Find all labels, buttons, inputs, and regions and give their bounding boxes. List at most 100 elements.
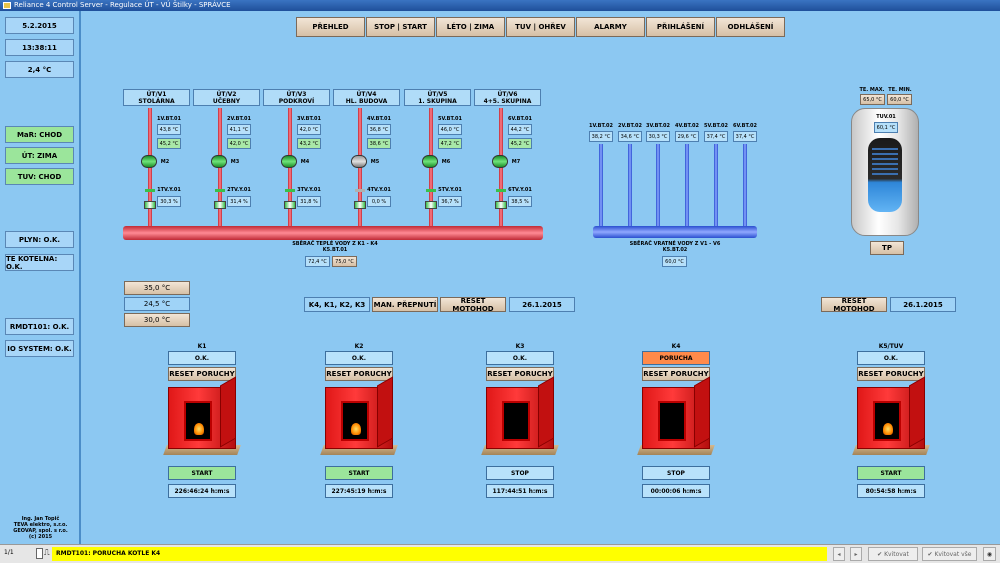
circuit-header: ÚT/V5 1. SKUPINA (404, 89, 471, 106)
pump-icon[interactable] (141, 155, 157, 168)
boiler-side (909, 376, 925, 448)
pump-tag: M2 (160, 159, 170, 165)
pump-icon[interactable] (211, 155, 227, 168)
hot-header-setpoint[interactable]: 75,0 °C (332, 256, 357, 267)
valve-icon[interactable] (354, 201, 366, 209)
circuit-name: PODKROVÍ (278, 98, 315, 105)
flame-icon (883, 423, 893, 435)
tuv-tmax-label: TE. MAX. (859, 87, 885, 93)
circuit-header: ÚT/V3 PODKROVÍ (263, 89, 330, 106)
next-alarm-icon[interactable]: ▸ (850, 547, 862, 561)
supply-pipe (429, 108, 433, 228)
hot-water-header-pipe (123, 226, 543, 240)
reset-date-k5: 26.1.2015 (890, 297, 956, 312)
nav-prehled[interactable]: PŘEHLED (296, 17, 365, 37)
nav-stop-start[interactable]: STOP | START (366, 17, 435, 37)
status-ut[interactable]: ÚT: ZIMA (5, 147, 74, 164)
valve-tag: 2TV.Y.01 (227, 187, 251, 193)
boiler-command[interactable]: STOP (486, 466, 554, 480)
supply-pipe (148, 108, 152, 228)
boiler-command[interactable]: STOP (642, 466, 710, 480)
prev-alarm-icon[interactable]: ◂ (833, 547, 845, 561)
boiler-run-hours: 00:00:06 h:m:s (642, 484, 710, 498)
valve-icon[interactable] (284, 201, 296, 209)
boiler-firebox (184, 401, 212, 441)
boiler-firebox (658, 401, 686, 441)
nav-alarmy[interactable]: ALARMY (576, 17, 645, 37)
acknowledge-all-button[interactable]: ✔ Kvitovat vše (922, 547, 977, 561)
doc-icon[interactable] (36, 548, 43, 559)
supply-sensor-tag: 2V.BT.01 (227, 116, 251, 122)
boiler-firebox (502, 401, 530, 441)
alarm-message[interactable]: RMDT101: PORUCHA KOTLE K4 (52, 547, 827, 561)
boiler-side (377, 376, 393, 448)
status-bar: 1/1 ⎍ RMDT101: PORUCHA KOTLE K4 ◂ ▸ ✔ Kv… (0, 544, 1000, 563)
boiler-command[interactable]: START (168, 466, 236, 480)
return-sensor-tag: 1V.BT.02 (589, 123, 613, 129)
valve-icon[interactable] (425, 201, 437, 209)
boiler-command[interactable]: START (857, 466, 925, 480)
supply-temp: 46,0 °C (438, 124, 462, 135)
acknowledge-button[interactable]: ✔ Kvitovat (868, 547, 918, 561)
nav-tuv-ohrev[interactable]: TUV | OHŘEV (506, 17, 575, 37)
boiler-reset-button[interactable]: RESET PORUCHY (857, 367, 925, 381)
tuv-temp: 60,1 °C (874, 122, 898, 133)
circuit-header: ÚT/V4 HL. BUDOVA (333, 89, 400, 106)
boiler-reset-button[interactable]: RESET PORUCHY (486, 367, 554, 381)
supply-setpoint: 47,2 °C (438, 138, 462, 149)
reset-date: 26.1.2015 (509, 297, 575, 312)
pump-icon[interactable] (351, 155, 367, 168)
boiler-name: K3 (515, 343, 525, 350)
settings-icon[interactable]: ◉ (983, 547, 996, 561)
tuv-tmax-value[interactable]: 65,0 °C (860, 94, 885, 105)
signal-icon[interactable]: ⎍ (44, 548, 50, 558)
boiler-command[interactable]: START (325, 466, 393, 480)
return-temp: 34,6 °C (618, 131, 642, 142)
boiler-side (220, 376, 236, 448)
tuv-tp-button[interactable]: TP (870, 241, 904, 255)
return-header-tag: K5.BT.02 (662, 247, 688, 253)
supply-sensor-tag: 4V.BT.01 (367, 116, 391, 122)
return-temp: 38,2 °C (589, 131, 613, 142)
pump-tag: M4 (300, 159, 310, 165)
setpoint-3[interactable]: 30,0 °C (124, 313, 190, 327)
pump-icon[interactable] (492, 155, 508, 168)
valve-icon[interactable] (214, 201, 226, 209)
time-display: 13:38:11 (5, 39, 74, 56)
boiler-status: PORUCHA (642, 351, 710, 365)
pump-tag: M5 (370, 159, 380, 165)
outdoor-temp: 2,4 °C (5, 61, 74, 78)
boiler-reset-button[interactable]: RESET PORUCHY (325, 367, 393, 381)
reset-motohod-k5-button[interactable]: RESET MOTOHOD (821, 297, 887, 313)
valve-position: 38,5 % (508, 196, 532, 207)
manual-switch-button[interactable]: MAN. PŘEPNUTÍ (372, 297, 438, 312)
nav-odhlaseni[interactable]: ODHLÁŠENÍ (716, 17, 785, 37)
circuit-header: ÚT/V6 4+5. SKUPINA (474, 89, 541, 106)
return-header-label: SBĚRAČ VRATNÉ VODY Z V1 - V6 K5.BT.02 (595, 241, 755, 253)
supply-sensor-tag: 5V.BT.01 (438, 116, 462, 122)
circuit-header: ÚT/V1 STOLÁRNA (123, 89, 190, 106)
return-sensor-tag: 6V.BT.02 (733, 123, 757, 129)
supply-pipe (218, 108, 222, 228)
pump-icon[interactable] (281, 155, 297, 168)
valve-icon[interactable] (495, 201, 507, 209)
nav-prihlaseni[interactable]: PŘIHLÁŠENÍ (646, 17, 715, 37)
boiler-reset-button[interactable]: RESET PORUCHY (168, 367, 236, 381)
boiler-reset-button[interactable]: RESET PORUCHY (642, 367, 710, 381)
valve-actuator (426, 189, 436, 192)
pump-icon[interactable] (422, 155, 438, 168)
tuv-tmin-value[interactable]: 60,0 °C (887, 94, 912, 105)
hot-header-temp: 72,4 °C (305, 256, 330, 267)
credits: Ing. Jan Topič TEVA elektro, s.r.o. GEOV… (0, 516, 81, 540)
boiler-run-hours: 117:44:51 h:m:s (486, 484, 554, 498)
nav-leto-zima[interactable]: LÉTO | ZIMA (436, 17, 505, 37)
valve-icon[interactable] (144, 201, 156, 209)
status-mar[interactable]: MaR: CHOD (5, 126, 74, 143)
setpoint-1[interactable]: 35,0 °C (124, 281, 190, 295)
check-all-icon: ✔ (927, 550, 935, 558)
reset-motohod-button[interactable]: RESET MOTOHOD (440, 297, 506, 313)
status-tuv[interactable]: TUV: CHOD (5, 168, 74, 185)
return-temp: 30,3 °C (646, 131, 670, 142)
io-status: IO SYSTEM: O.K. (5, 340, 74, 357)
valve-actuator (496, 189, 506, 192)
